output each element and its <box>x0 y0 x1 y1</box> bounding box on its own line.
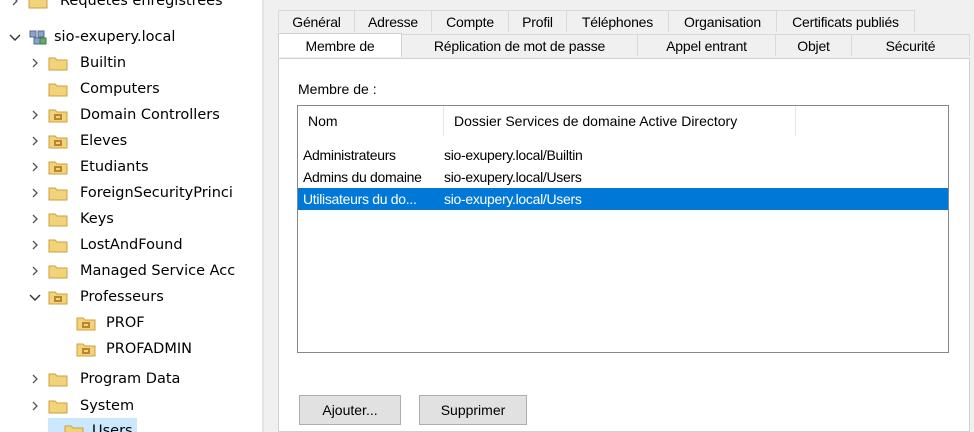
tree-item-etudiants[interactable]: Etudiants <box>28 154 149 180</box>
tree-item-label: Etudiants <box>80 159 149 175</box>
tab-row-top: Général Adresse Compte Profil Téléphones… <box>278 10 915 32</box>
tree-item-keys[interactable]: Keys <box>28 206 114 232</box>
tree-item-prof[interactable]: PROF <box>76 310 145 336</box>
tree-item-label: sio-exupery.local <box>54 29 176 45</box>
folder-icon <box>48 211 68 227</box>
tree-item-lost-and-found[interactable]: LostAndFound <box>28 232 183 258</box>
tree-item-eleves[interactable]: Eleves <box>28 128 127 154</box>
folder-icon <box>48 81 68 97</box>
ou-icon <box>48 107 68 123</box>
tab-adresse[interactable]: Adresse <box>355 10 432 32</box>
member-of-label: Membre de : <box>298 81 377 97</box>
member-folder: sio-exupery.local/Users <box>444 169 582 185</box>
list-item[interactable]: Admins du domaine sio-exupery.local/User… <box>298 166 948 188</box>
list-item-selected[interactable]: Utilisateurs du do... sio-exupery.local/… <box>298 188 948 210</box>
tree-item-label: Program Data <box>80 371 181 387</box>
tree-item-domain-controllers[interactable]: Domain Controllers <box>28 102 220 128</box>
chevron-right-icon[interactable] <box>28 56 42 70</box>
chevron-right-icon[interactable] <box>28 186 42 200</box>
member-folder: sio-exupery.local/Builtin <box>444 147 583 163</box>
remove-button[interactable]: Supprimer <box>419 395 527 425</box>
tree-item-label: Builtin <box>80 55 127 71</box>
tree-item-computers[interactable]: Computers <box>28 76 160 102</box>
tree-item-label: Requêtes enregistrées <box>60 0 223 9</box>
list-item[interactable]: Administrateurs sio-exupery.local/Builti… <box>298 144 948 166</box>
folder-icon <box>28 0 48 9</box>
tab-objet[interactable]: Objet <box>776 34 852 56</box>
folder-icon <box>48 263 68 279</box>
tab-replication-mot-de-passe[interactable]: Réplication de mot de passe <box>402 34 638 56</box>
tab-membre-de[interactable]: Membre de <box>278 33 402 57</box>
tab-row-bottom: Membre de Réplication de mot de passe Ap… <box>278 33 970 57</box>
tree-item-profadmin[interactable]: PROFADMIN <box>76 336 192 362</box>
ou-icon <box>48 133 68 149</box>
tab-general[interactable]: Général <box>278 10 355 32</box>
member-folder: sio-exupery.local/Users <box>444 191 582 207</box>
column-header-dossier[interactable]: Dossier Services de domaine Active Direc… <box>444 106 796 136</box>
column-header-nom[interactable]: Nom <box>298 106 444 136</box>
tab-organisation[interactable]: Organisation <box>669 10 777 32</box>
chevron-right-icon[interactable] <box>8 0 22 8</box>
tab-certificats-publies[interactable]: Certificats publiés <box>777 10 915 32</box>
tree-item-foreign-security-principals[interactable]: ForeignSecurityPrinci <box>28 180 233 206</box>
tree-item-users[interactable]: Users <box>48 418 137 432</box>
tree-item-label: PROFADMIN <box>106 341 192 357</box>
ou-icon <box>48 289 68 305</box>
list-header: Nom Dossier Services de domaine Active D… <box>298 106 948 136</box>
properties-dialog: Général Adresse Compte Profil Téléphones… <box>264 0 974 432</box>
tree-item-label: ForeignSecurityPrinci <box>80 185 233 201</box>
tree-item-label: Keys <box>80 211 114 227</box>
tree-item-managed-service-accounts[interactable]: Managed Service Acc <box>28 258 235 284</box>
tree-item-label: Computers <box>80 81 160 97</box>
tree-item-label: Domain Controllers <box>80 107 220 123</box>
tree-item-label: Managed Service Acc <box>80 263 236 279</box>
tree-item-label: Users <box>92 423 133 432</box>
folder-icon <box>48 55 68 71</box>
member-name: Admins du domaine <box>303 169 422 185</box>
tree-item-saved-queries[interactable]: Requêtes enregistrées <box>8 0 223 14</box>
tree-item-label: LostAndFound <box>80 237 183 253</box>
tab-telephones[interactable]: Téléphones <box>567 10 669 32</box>
tree-item-label: Eleves <box>80 133 128 149</box>
tab-compte[interactable]: Compte <box>432 10 509 32</box>
ou-icon <box>76 341 96 357</box>
chevron-right-icon[interactable] <box>28 134 42 148</box>
tree-item-professeurs[interactable]: Professeurs <box>28 284 164 310</box>
member-name: Administrateurs <box>303 147 396 163</box>
chevron-right-icon[interactable] <box>28 160 42 174</box>
domain-icon <box>28 29 48 45</box>
folder-icon <box>48 237 68 253</box>
tree-item-domain[interactable]: sio-exupery.local <box>8 24 175 50</box>
tree-item-program-data[interactable]: Program Data <box>28 366 180 392</box>
tab-page-membre-de: Membre de : Nom Dossier Services de doma… <box>278 58 970 432</box>
ou-icon <box>48 159 68 175</box>
tree-item-label: System <box>80 398 135 414</box>
member-of-list[interactable]: Nom Dossier Services de domaine Active D… <box>297 105 949 353</box>
member-name: Utilisateurs du do... <box>303 191 417 207</box>
chevron-right-icon[interactable] <box>28 212 42 226</box>
tab-appel-entrant[interactable]: Appel entrant <box>638 34 776 56</box>
tree-item-builtin[interactable]: Builtin <box>28 50 126 76</box>
tree-item-label: Professeurs <box>80 289 164 305</box>
chevron-right-icon[interactable] <box>28 238 42 252</box>
chevron-right-icon[interactable] <box>28 372 42 386</box>
chevron-down-icon[interactable] <box>8 30 22 44</box>
chevron-right-icon[interactable] <box>28 264 42 278</box>
tab-profil[interactable]: Profil <box>509 10 567 32</box>
folder-icon <box>64 423 84 432</box>
chevron-right-icon[interactable] <box>28 399 42 413</box>
chevron-right-icon[interactable] <box>28 108 42 122</box>
ou-icon <box>76 315 96 331</box>
chevron-down-icon[interactable] <box>28 290 42 304</box>
folder-icon <box>48 371 68 387</box>
tab-securite[interactable]: Sécurité <box>852 34 970 56</box>
folder-icon <box>48 398 68 414</box>
add-button[interactable]: Ajouter... <box>299 395 401 425</box>
tree-item-label: PROF <box>106 315 145 331</box>
tree-item-system[interactable]: System <box>28 393 134 419</box>
tree-panel: Requêtes enregistrées sio-exupery.local … <box>0 0 262 432</box>
folder-icon <box>48 185 68 201</box>
